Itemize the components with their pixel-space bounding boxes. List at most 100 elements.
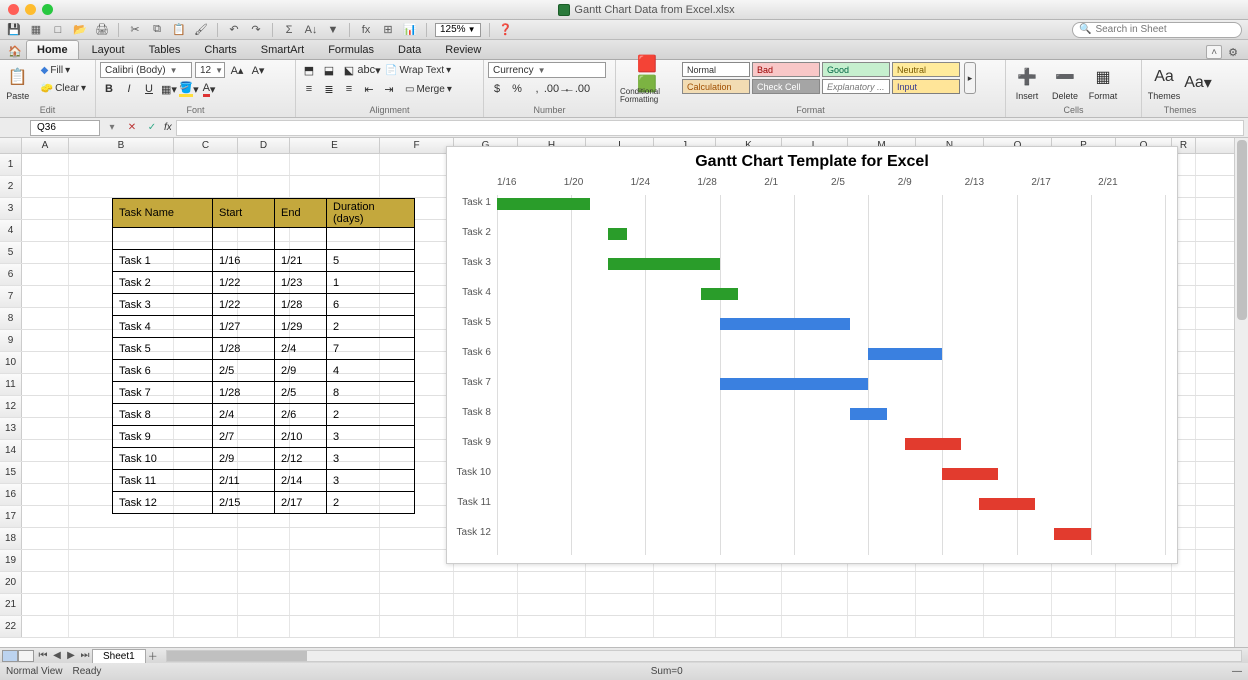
select-all-corner[interactable] xyxy=(0,138,22,153)
decrease-indent-icon[interactable]: ⇤ xyxy=(360,81,378,97)
cell[interactable] xyxy=(174,572,238,593)
print-icon[interactable]: 🖨 xyxy=(94,22,110,38)
add-sheet-button[interactable]: ＋ xyxy=(146,649,160,663)
format-painter-icon[interactable]: 🖌 xyxy=(193,22,209,38)
cell[interactable] xyxy=(380,594,454,615)
style-good[interactable]: Good xyxy=(822,62,890,77)
gantt-bar[interactable] xyxy=(979,498,1035,510)
cell[interactable] xyxy=(454,572,518,593)
vertical-scrollbar[interactable] xyxy=(1234,138,1248,647)
row-header-3[interactable]: 3 xyxy=(0,198,22,219)
cancel-entry-icon[interactable]: ✕ xyxy=(124,120,140,136)
border-button[interactable]: ▦▾ xyxy=(160,81,178,97)
cell[interactable] xyxy=(69,528,174,549)
increase-indent-icon[interactable]: ⇥ xyxy=(380,81,398,97)
delete-cells-button[interactable]: ➖Delete xyxy=(1048,62,1082,104)
row-header-8[interactable]: 8 xyxy=(0,308,22,329)
currency-button[interactable]: $ xyxy=(488,81,506,97)
cell[interactable] xyxy=(654,616,716,637)
cell[interactable] xyxy=(238,572,290,593)
row-header-22[interactable]: 22 xyxy=(0,616,22,637)
cell[interactable] xyxy=(69,594,174,615)
cell[interactable] xyxy=(238,154,290,175)
row-header-7[interactable]: 7 xyxy=(0,286,22,307)
gantt-bar[interactable] xyxy=(905,438,961,450)
row-header-12[interactable]: 12 xyxy=(0,396,22,417)
cell[interactable] xyxy=(22,242,69,263)
filter-icon[interactable]: ▼ xyxy=(325,22,341,38)
cell[interactable] xyxy=(1052,572,1116,593)
row-header-9[interactable]: 9 xyxy=(0,330,22,351)
cell[interactable] xyxy=(518,572,586,593)
cell[interactable] xyxy=(1052,594,1116,615)
cell[interactable] xyxy=(69,572,174,593)
tab-review[interactable]: Review xyxy=(434,40,492,59)
undo-icon[interactable]: ↶ xyxy=(226,22,242,38)
cell[interactable] xyxy=(380,550,454,571)
settings-gear-icon[interactable]: ⚙ xyxy=(1224,46,1242,59)
cell[interactable] xyxy=(290,176,380,197)
font-color-button[interactable]: A▾ xyxy=(200,81,218,97)
col-header-A[interactable]: A xyxy=(22,138,69,153)
zoom-slider-icon[interactable]: — xyxy=(1232,666,1242,677)
cell[interactable] xyxy=(22,396,69,417)
cell[interactable] xyxy=(22,264,69,285)
cell[interactable] xyxy=(22,594,69,615)
cell[interactable] xyxy=(290,572,380,593)
gantt-bar[interactable] xyxy=(720,378,868,390)
cell[interactable] xyxy=(654,572,716,593)
cell[interactable] xyxy=(916,616,984,637)
cell[interactable] xyxy=(22,572,69,593)
themes-button[interactable]: AaThemes xyxy=(1146,62,1182,104)
last-sheet-button[interactable]: ⏭ xyxy=(78,649,92,663)
cell[interactable] xyxy=(290,616,380,637)
row-header-18[interactable]: 18 xyxy=(0,528,22,549)
align-middle-icon[interactable]: ⬓ xyxy=(320,62,338,78)
row-header-19[interactable]: 19 xyxy=(0,550,22,571)
paste-button[interactable]: 📋 Paste xyxy=(4,62,32,104)
chart-icon[interactable]: 📊 xyxy=(402,22,418,38)
row-header-14[interactable]: 14 xyxy=(0,440,22,461)
cell[interactable] xyxy=(69,550,174,571)
confirm-entry-icon[interactable]: ✓ xyxy=(144,120,160,136)
gantt-bar[interactable] xyxy=(701,288,738,300)
cell[interactable] xyxy=(1052,616,1116,637)
cell[interactable] xyxy=(22,352,69,373)
cell[interactable] xyxy=(22,330,69,351)
col-header-C[interactable]: C xyxy=(174,138,238,153)
cell[interactable] xyxy=(518,616,586,637)
gantt-bar[interactable] xyxy=(720,318,850,330)
cell[interactable] xyxy=(174,616,238,637)
format-cells-button[interactable]: ▦Format xyxy=(1086,62,1120,104)
home-icon[interactable]: 🏠 xyxy=(6,43,24,59)
style-explanatory[interactable]: Explanatory ... xyxy=(822,79,890,94)
paste-icon[interactable]: 📋 xyxy=(171,22,187,38)
row-header-13[interactable]: 13 xyxy=(0,418,22,439)
cell[interactable] xyxy=(22,198,69,219)
cell[interactable] xyxy=(1116,594,1172,615)
zoom-window-button[interactable] xyxy=(42,4,53,15)
redo-icon[interactable]: ↷ xyxy=(248,22,264,38)
cell[interactable] xyxy=(380,528,454,549)
cell[interactable] xyxy=(1172,594,1196,615)
cell[interactable] xyxy=(22,528,69,549)
font-name-select[interactable]: Calibri (Body)▼ xyxy=(100,62,192,78)
tab-layout[interactable]: Layout xyxy=(81,40,136,59)
cell[interactable] xyxy=(782,572,848,593)
cell[interactable] xyxy=(174,154,238,175)
cell[interactable] xyxy=(848,616,916,637)
cell[interactable] xyxy=(380,154,454,175)
row-header-20[interactable]: 20 xyxy=(0,572,22,593)
cell[interactable] xyxy=(454,594,518,615)
page-layout-view-icon[interactable] xyxy=(18,650,34,662)
cell[interactable] xyxy=(984,594,1052,615)
cell[interactable] xyxy=(848,572,916,593)
new-icon[interactable]: □ xyxy=(50,22,66,38)
prev-sheet-button[interactable]: ◀ xyxy=(50,649,64,663)
cell[interactable] xyxy=(238,594,290,615)
cell[interactable] xyxy=(238,550,290,571)
underline-button[interactable]: U xyxy=(140,81,158,97)
cell[interactable] xyxy=(1116,572,1172,593)
row-header-21[interactable]: 21 xyxy=(0,594,22,615)
name-box[interactable]: Q36 xyxy=(30,120,100,136)
